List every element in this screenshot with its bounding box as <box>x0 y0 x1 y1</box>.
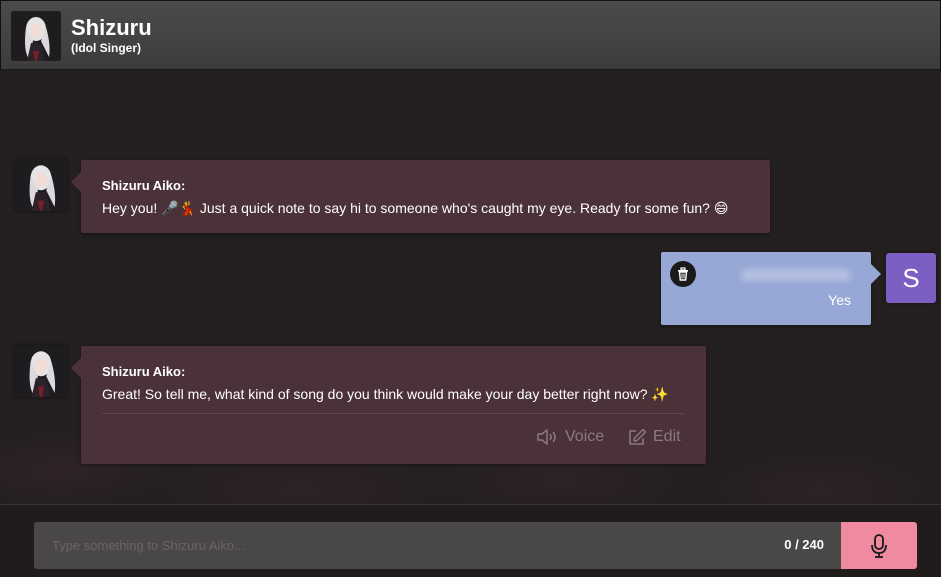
input-area: 0 / 240 <box>0 504 941 577</box>
character-avatar[interactable] <box>11 11 61 61</box>
bot-message-bubble: Shizuru Aiko: Hey you! 🎤💃 Just a quick n… <box>71 160 770 233</box>
message-sender: Shizuru Aiko: <box>102 178 186 193</box>
chat-messages[interactable]: Shizuru Aiko: Hey you! 🎤💃 Just a quick n… <box>0 70 941 504</box>
bot-avatar <box>15 159 67 211</box>
speaker-icon <box>537 429 556 445</box>
microphone-button[interactable] <box>841 522 917 569</box>
message-divider <box>102 413 684 414</box>
trash-icon <box>678 267 688 281</box>
edit-button[interactable]: Edit <box>628 428 681 446</box>
edit-label: Edit <box>653 428 681 445</box>
microphone-icon <box>871 533 887 558</box>
message-text: Great! So tell me, what kind of song do … <box>102 386 669 402</box>
delete-message-button[interactable] <box>670 261 696 287</box>
character-counter: 0 / 240 <box>784 537 824 552</box>
bot-avatar <box>15 345 67 397</box>
message-text: Hey you! 🎤💃 Just a quick note to say hi … <box>102 200 729 216</box>
message-input[interactable] <box>34 522 754 569</box>
character-name: Shizuru <box>71 15 152 40</box>
edit-icon <box>629 428 647 445</box>
voice-button[interactable]: Voice <box>537 428 604 446</box>
message-text: Yes <box>828 292 851 308</box>
user-avatar: S <box>886 253 936 303</box>
blurred-text <box>741 269 851 281</box>
voice-label: Voice <box>565 428 605 445</box>
chat-header: Shizuru (Idol Singer) <box>0 0 941 70</box>
message-input-container: 0 / 240 <box>34 522 841 569</box>
message-sender: Shizuru Aiko: <box>102 364 186 379</box>
user-message-bubble: Yes <box>661 252 881 325</box>
bot-message-bubble: Shizuru Aiko: Great! So tell me, what ki… <box>71 346 706 464</box>
character-role: (Idol Singer) <box>71 41 141 55</box>
